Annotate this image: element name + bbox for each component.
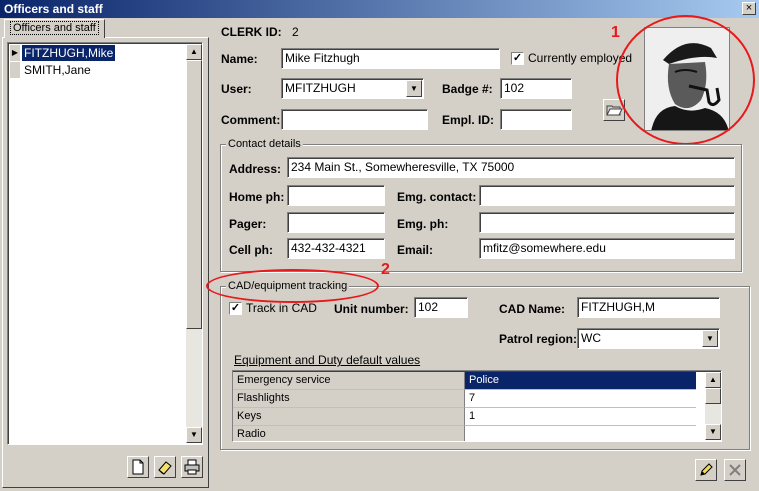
grid-key-cell: Keys xyxy=(233,408,465,426)
tab-officers-and-staff[interactable]: Officers and staff xyxy=(4,19,105,38)
home-phone-field[interactable] xyxy=(287,185,385,206)
eraser-icon xyxy=(158,461,172,475)
cancel-button[interactable] xyxy=(724,459,746,481)
currently-employed-checkbox[interactable]: ✓ xyxy=(511,52,524,65)
home-phone-label: Home ph: xyxy=(229,190,285,204)
scroll-down-arrow-icon[interactable]: ▼ xyxy=(705,424,721,440)
email-label: Email: xyxy=(397,243,434,257)
printer-icon xyxy=(184,459,200,475)
list-item-label: FITZHUGH,Mike xyxy=(22,45,116,61)
patrol-region-label: Patrol region: xyxy=(499,332,578,346)
equipment-defaults-title: Equipment and Duty default values xyxy=(234,353,421,367)
annotation-ellipse-1 xyxy=(616,15,755,145)
unit-number-field[interactable]: 102 xyxy=(414,297,468,318)
pencil-icon xyxy=(700,463,713,476)
grid-value-cell[interactable]: Police xyxy=(465,372,696,390)
window-title: Officers and staff xyxy=(4,2,103,16)
pager-field[interactable] xyxy=(287,212,385,233)
grid-key-cell: Radio xyxy=(233,426,465,441)
annotation-ellipse-2 xyxy=(206,269,379,303)
patrol-region-value: WC xyxy=(581,331,601,345)
edit-button[interactable] xyxy=(695,459,717,481)
address-label: Address: xyxy=(229,162,282,176)
cancel-x-icon xyxy=(729,464,741,476)
officer-list[interactable]: ▶ FITZHUGH,Mike SMITH,Jane ▲ ▼ xyxy=(7,42,203,445)
emergency-contact-label: Emg. contact: xyxy=(397,190,477,204)
clerk-id-label: CLERK ID: xyxy=(221,25,282,39)
unit-number-label: Unit number: xyxy=(334,302,409,316)
pager-label: Pager: xyxy=(229,217,267,231)
badge-label: Badge #: xyxy=(442,82,493,96)
emergency-phone-field[interactable] xyxy=(479,212,735,233)
list-item[interactable]: ▶ FITZHUGH,Mike xyxy=(10,45,188,61)
track-in-cad-checkbox[interactable]: ✓ xyxy=(229,302,242,315)
grid-key-cell: Emergency service xyxy=(233,372,465,390)
clear-record-button[interactable] xyxy=(154,456,176,478)
badge-field[interactable]: 102 xyxy=(500,78,572,99)
cad-name-label: CAD Name: xyxy=(499,302,566,316)
contact-details-title: Contact details xyxy=(226,138,303,150)
checkmark-icon: ✓ xyxy=(230,302,241,314)
address-field[interactable]: 234 Main St., Somewheresville, TX 75000 xyxy=(287,157,735,178)
empl-id-label: Empl. ID: xyxy=(442,113,495,127)
cell-phone-label: Cell ph: xyxy=(229,243,273,257)
clerk-id-value: 2 xyxy=(292,25,299,39)
name-field[interactable]: Mike Fitzhugh xyxy=(281,48,500,69)
patrol-region-dropdown[interactable]: WC ▼ xyxy=(577,328,720,349)
equipment-scrollbar[interactable]: ▲ ▼ xyxy=(705,372,721,440)
user-dropdown[interactable]: MFITZHUGH ▼ xyxy=(281,78,424,99)
tab-label: Officers and staff xyxy=(10,21,99,35)
row-indicator-icon: ▶ xyxy=(10,45,20,61)
scroll-thumb[interactable] xyxy=(705,388,721,404)
emergency-contact-field[interactable] xyxy=(479,185,735,206)
chevron-down-icon[interactable]: ▼ xyxy=(702,330,718,347)
new-record-button[interactable] xyxy=(127,456,149,478)
list-item-label: SMITH,Jane xyxy=(24,63,91,77)
grid-key-cell: Flashlights xyxy=(233,390,465,408)
list-item[interactable]: SMITH,Jane xyxy=(10,62,188,78)
new-document-icon xyxy=(132,459,144,475)
grid-value-cell[interactable]: 7 xyxy=(465,390,696,408)
close-button[interactable]: × xyxy=(742,2,756,15)
scroll-up-arrow-icon[interactable]: ▲ xyxy=(186,44,202,60)
cad-name-field[interactable]: FITZHUGH,M xyxy=(577,297,720,318)
window-titlebar: Officers and staff xyxy=(0,0,759,18)
emergency-phone-label: Emg. ph: xyxy=(397,217,449,231)
scroll-down-arrow-icon[interactable]: ▼ xyxy=(186,427,202,443)
email-field[interactable]: mfitz@somewhere.edu xyxy=(479,238,735,259)
user-value: MFITZHUGH xyxy=(285,81,356,95)
annotation-number-1: 1 xyxy=(611,24,620,41)
annotation-number-2: 2 xyxy=(381,261,390,278)
close-icon: × xyxy=(745,2,753,14)
grid-value-cell[interactable] xyxy=(465,426,696,441)
checkmark-icon: ✓ xyxy=(512,52,523,64)
user-label: User: xyxy=(221,82,252,96)
name-label: Name: xyxy=(221,52,258,66)
comment-label: Comment: xyxy=(221,113,281,127)
scroll-up-arrow-icon[interactable]: ▲ xyxy=(705,372,721,388)
scroll-thumb[interactable] xyxy=(186,60,202,329)
row-indicator xyxy=(10,62,20,78)
print-button[interactable] xyxy=(181,456,203,478)
chevron-down-icon[interactable]: ▼ xyxy=(406,80,422,97)
empl-id-field[interactable] xyxy=(500,109,572,130)
track-in-cad-label: Track in CAD xyxy=(246,301,317,315)
grid-value-cell[interactable]: 1 xyxy=(465,408,696,426)
equipment-grid[interactable]: Emergency service Police Flashlights 7 K… xyxy=(232,370,722,442)
list-scrollbar[interactable]: ▲ ▼ xyxy=(186,44,202,443)
cell-phone-field[interactable]: 432-432-4321 xyxy=(287,238,385,259)
currently-employed-label: Currently employed xyxy=(528,51,633,65)
comment-field[interactable] xyxy=(281,109,428,130)
